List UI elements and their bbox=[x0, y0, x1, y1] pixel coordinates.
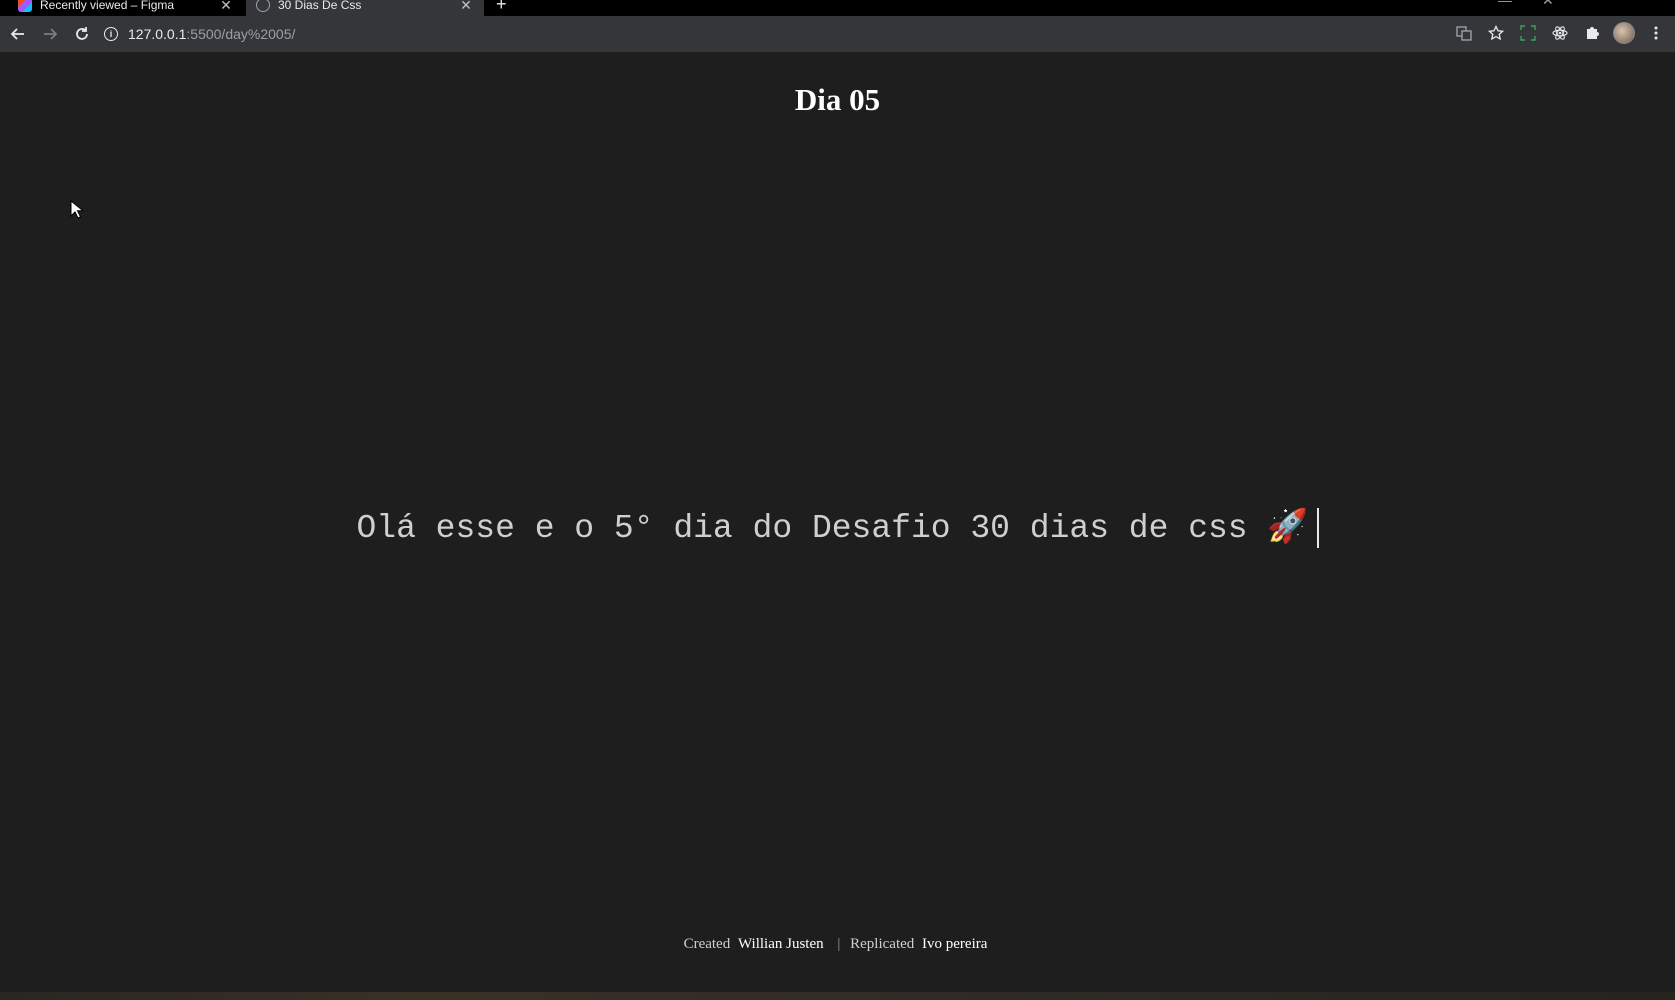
replicated-label: Replicated bbox=[850, 936, 915, 952]
back-button[interactable] bbox=[2, 18, 34, 50]
browser-toolbar: i 127.0.0.1:5500/day%2005/ bbox=[0, 16, 1675, 52]
address-bar[interactable]: i 127.0.0.1:5500/day%2005/ bbox=[104, 20, 295, 48]
tab-30-dias-de-css[interactable]: 30 Dias De Css ✕ bbox=[246, 0, 484, 16]
footer-credits: Created Willian Justen | Replicated Ivo … bbox=[0, 936, 1675, 953]
new-tab-button[interactable]: + bbox=[496, 0, 507, 15]
reload-button[interactable] bbox=[66, 18, 98, 50]
page-title: Dia 05 bbox=[794, 82, 881, 117]
typewriter-text: Olá esse e o 5° dia do Desafio 30 dias d… bbox=[0, 507, 1675, 549]
close-icon[interactable]: ✕ bbox=[218, 0, 234, 14]
figma-icon bbox=[18, 0, 32, 12]
extensions-puzzle-icon[interactable] bbox=[1579, 18, 1605, 48]
tab-label: 30 Dias De Css bbox=[278, 0, 362, 12]
profile-avatar[interactable] bbox=[1611, 18, 1637, 48]
footer-separator: | bbox=[837, 936, 841, 952]
globe-icon bbox=[256, 0, 270, 12]
typewriter-text-content: Olá esse e o 5° dia do Desafio 30 dias d… bbox=[356, 510, 1309, 547]
url-text[interactable]: 127.0.0.1:5500/day%2005/ bbox=[128, 26, 295, 42]
minimize-icon[interactable]: — bbox=[1498, 0, 1512, 8]
screenshot-extension-icon[interactable] bbox=[1515, 18, 1541, 48]
tab-label: Recently viewed – Figma bbox=[40, 0, 175, 12]
bookmark-star-icon[interactable] bbox=[1483, 18, 1509, 48]
replicated-name-link[interactable]: Ivo pereira bbox=[922, 936, 987, 952]
close-icon[interactable]: ✕ bbox=[458, 0, 474, 14]
info-icon[interactable]: i bbox=[104, 27, 118, 41]
created-label: Created bbox=[683, 936, 731, 952]
close-window-icon[interactable]: ✕ bbox=[1542, 0, 1554, 9]
forward-button[interactable] bbox=[34, 18, 66, 50]
url-host: 127.0.0.1 bbox=[128, 26, 187, 42]
mouse-cursor-icon bbox=[70, 200, 84, 219]
arrow-left-icon bbox=[10, 28, 24, 40]
text-caret bbox=[1316, 508, 1319, 549]
tab-figma[interactable]: Recently viewed – Figma ✕ bbox=[8, 0, 244, 16]
toolbar-actions bbox=[1451, 18, 1669, 48]
react-devtools-icon[interactable] bbox=[1547, 18, 1573, 48]
avatar bbox=[1613, 22, 1635, 44]
created-name-link[interactable]: Willian Justen bbox=[738, 936, 824, 952]
tab-strip: Recently viewed – Figma ✕ 30 Dias De Css… bbox=[0, 0, 1675, 16]
url-path: :5500/day%2005/ bbox=[186, 26, 296, 42]
reload-icon bbox=[76, 27, 88, 40]
translate-icon[interactable] bbox=[1451, 18, 1477, 48]
arrow-right-icon bbox=[44, 28, 58, 40]
page-content: Dia 05 Olá esse e o 5° dia do Desafio 30… bbox=[0, 52, 1675, 992]
os-taskbar bbox=[0, 992, 1675, 1000]
menu-kebab-icon[interactable] bbox=[1643, 18, 1669, 48]
